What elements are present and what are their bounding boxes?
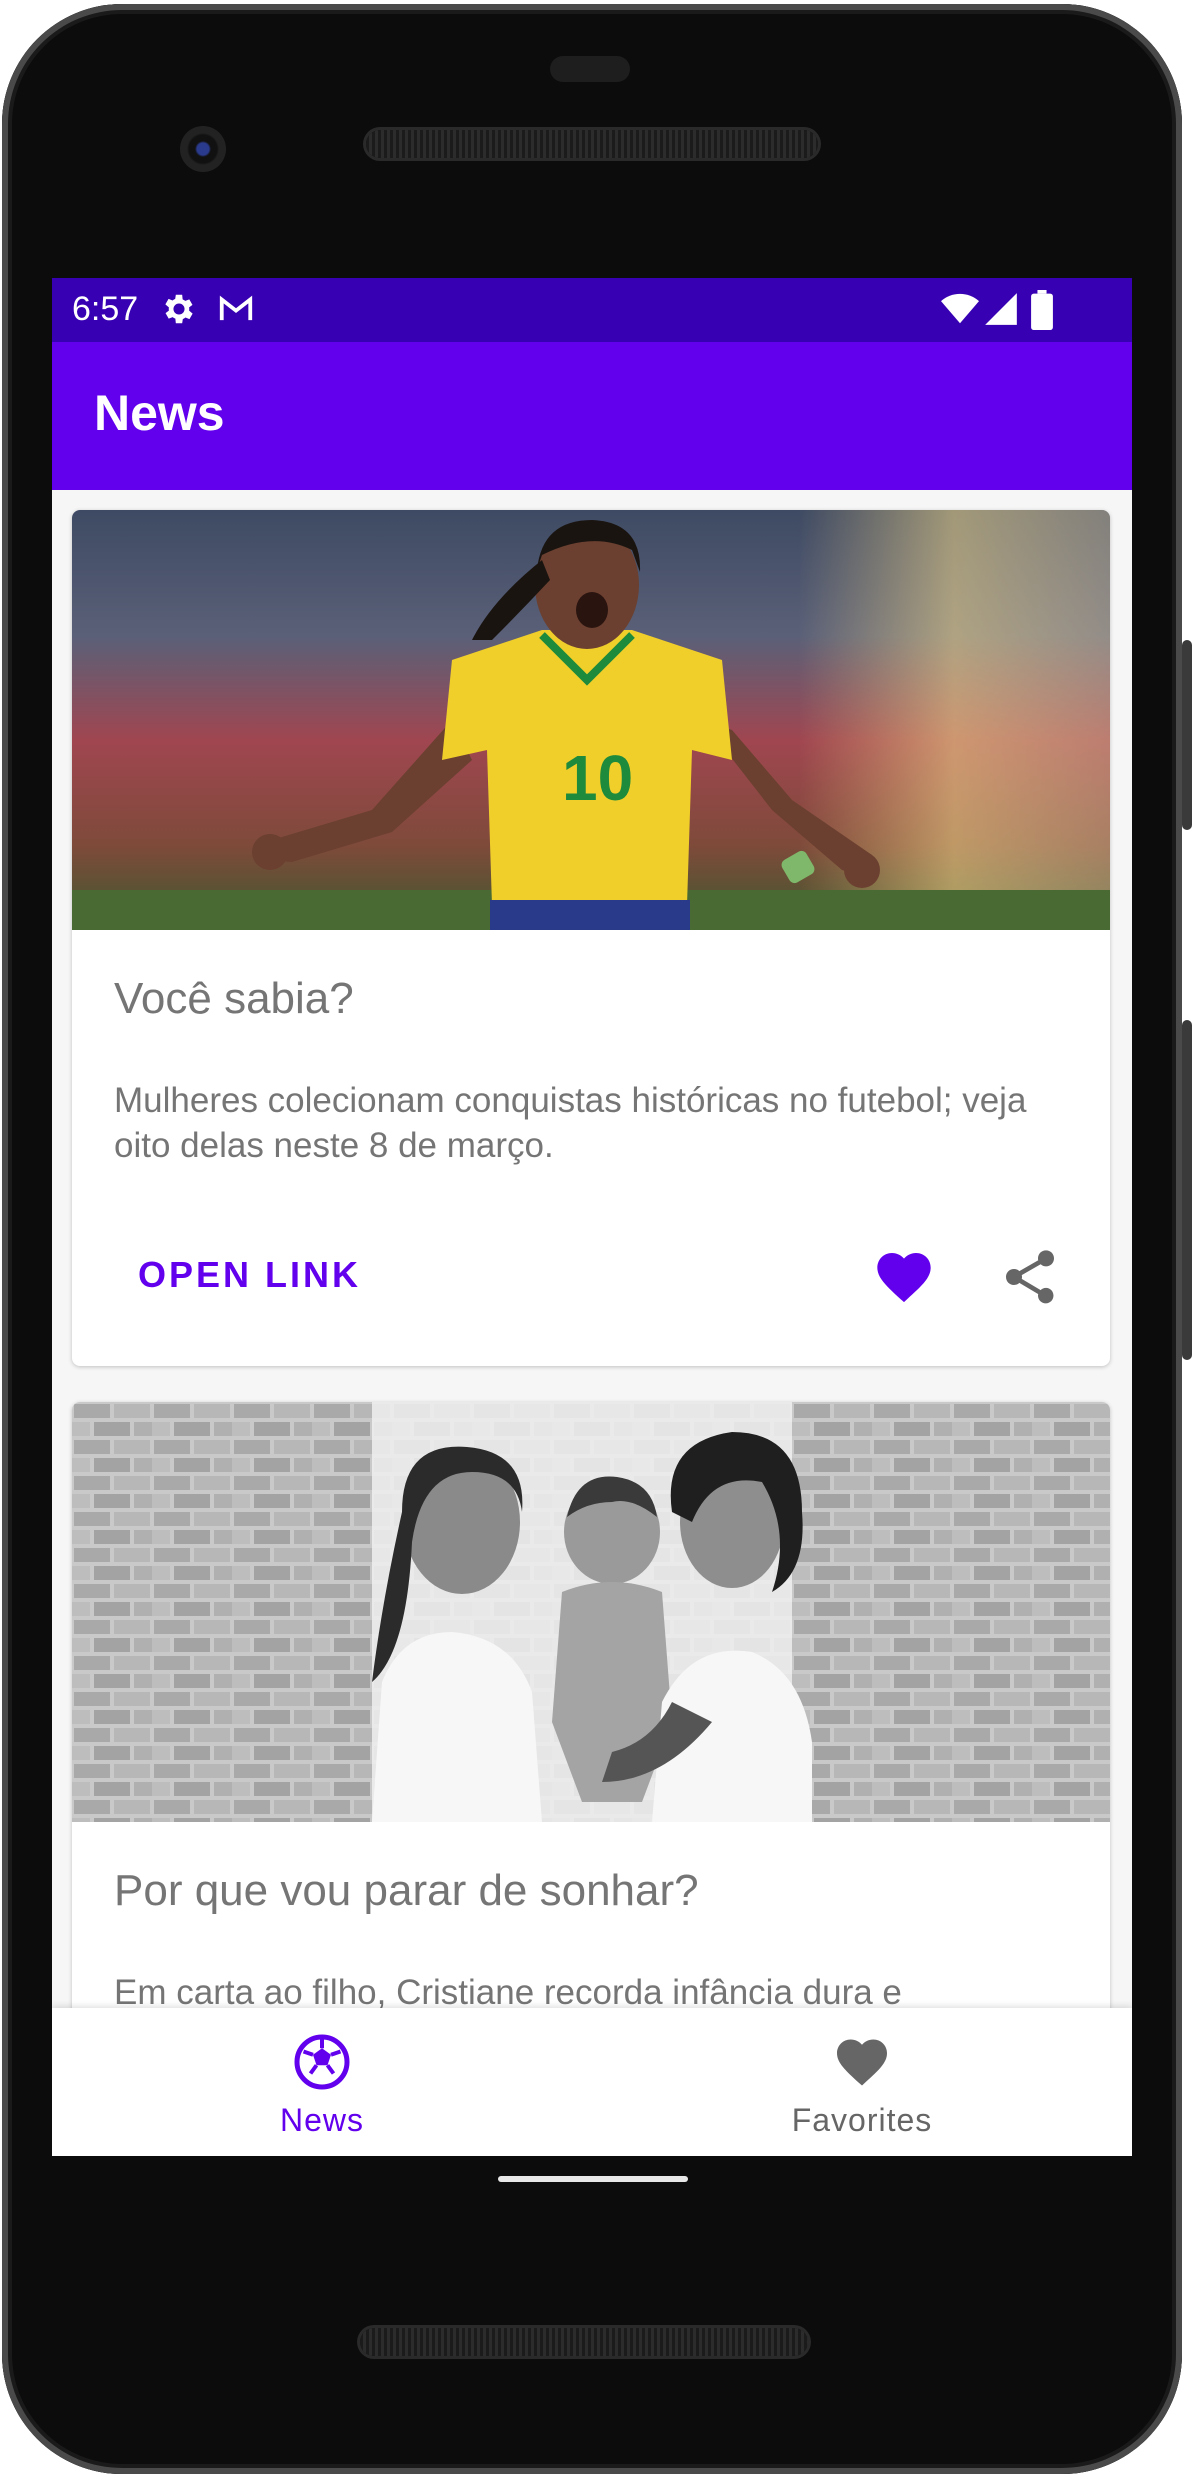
nav-label-news: News: [279, 2102, 364, 2138]
phone-frame: 6:57 News 10 Você sabia? Mulheres coleci…: [0, 0, 1194, 2480]
share-button[interactable]: [998, 1245, 1062, 1309]
nav-label-favorites: Favorites: [791, 2102, 933, 2138]
bottom-navigation: News Favorites: [52, 2008, 1132, 2156]
news-card-description: Mulheres colecionam conquistas histórica…: [114, 1081, 1027, 1165]
open-link-button[interactable]: OPEN LINK: [138, 1254, 361, 1296]
nav-item-news[interactable]: News: [52, 2008, 592, 2156]
heart-icon: [837, 2039, 887, 2086]
news-card-title: Por que vou parar de sonhar?: [114, 1866, 699, 1915]
signal-icon: [982, 290, 1020, 333]
news-card-title: Você sabia?: [114, 974, 354, 1023]
news-card-description: Em carta ao filho, Cristiane recorda inf…: [114, 1973, 902, 2008]
soccer-ball-icon: [294, 2034, 350, 2090]
app-screen: 6:57 News 10 Você sabia? Mulheres coleci…: [52, 278, 1132, 2156]
battery-icon: [1030, 290, 1054, 335]
heart-filled-icon: [877, 1253, 931, 1303]
news-card: Por que vou parar de sonhar? Em carta ao…: [72, 1402, 1110, 2008]
bottom-speaker-grille: [360, 2328, 808, 2356]
gear-icon: [160, 290, 198, 333]
favorite-button[interactable]: [872, 1245, 936, 1309]
power-button: [1182, 640, 1192, 830]
volume-button: [1182, 1020, 1192, 1360]
earpiece-notch: [550, 56, 630, 82]
status-bar: 6:57: [52, 278, 1132, 342]
nav-item-favorites[interactable]: Favorites: [592, 2008, 1132, 2156]
home-gesture-bar[interactable]: [498, 2176, 688, 2182]
status-time: 6:57: [72, 290, 139, 328]
news-feed[interactable]: 10 Você sabia? Mulheres colecionam conqu…: [52, 490, 1132, 2008]
wifi-icon: [940, 290, 980, 333]
share-icon: [1006, 1250, 1054, 1304]
app-bar: News: [52, 342, 1132, 490]
gmail-icon: [216, 290, 256, 333]
front-camera: [180, 126, 226, 172]
news-card-image: [72, 1402, 1110, 1822]
app-bar-title: News: [94, 385, 225, 441]
svg-text:10: 10: [562, 742, 633, 814]
news-card-image: 10: [72, 510, 1110, 930]
news-card: 10 Você sabia? Mulheres colecionam conqu…: [72, 510, 1110, 1366]
top-speaker-grille: [366, 130, 818, 158]
